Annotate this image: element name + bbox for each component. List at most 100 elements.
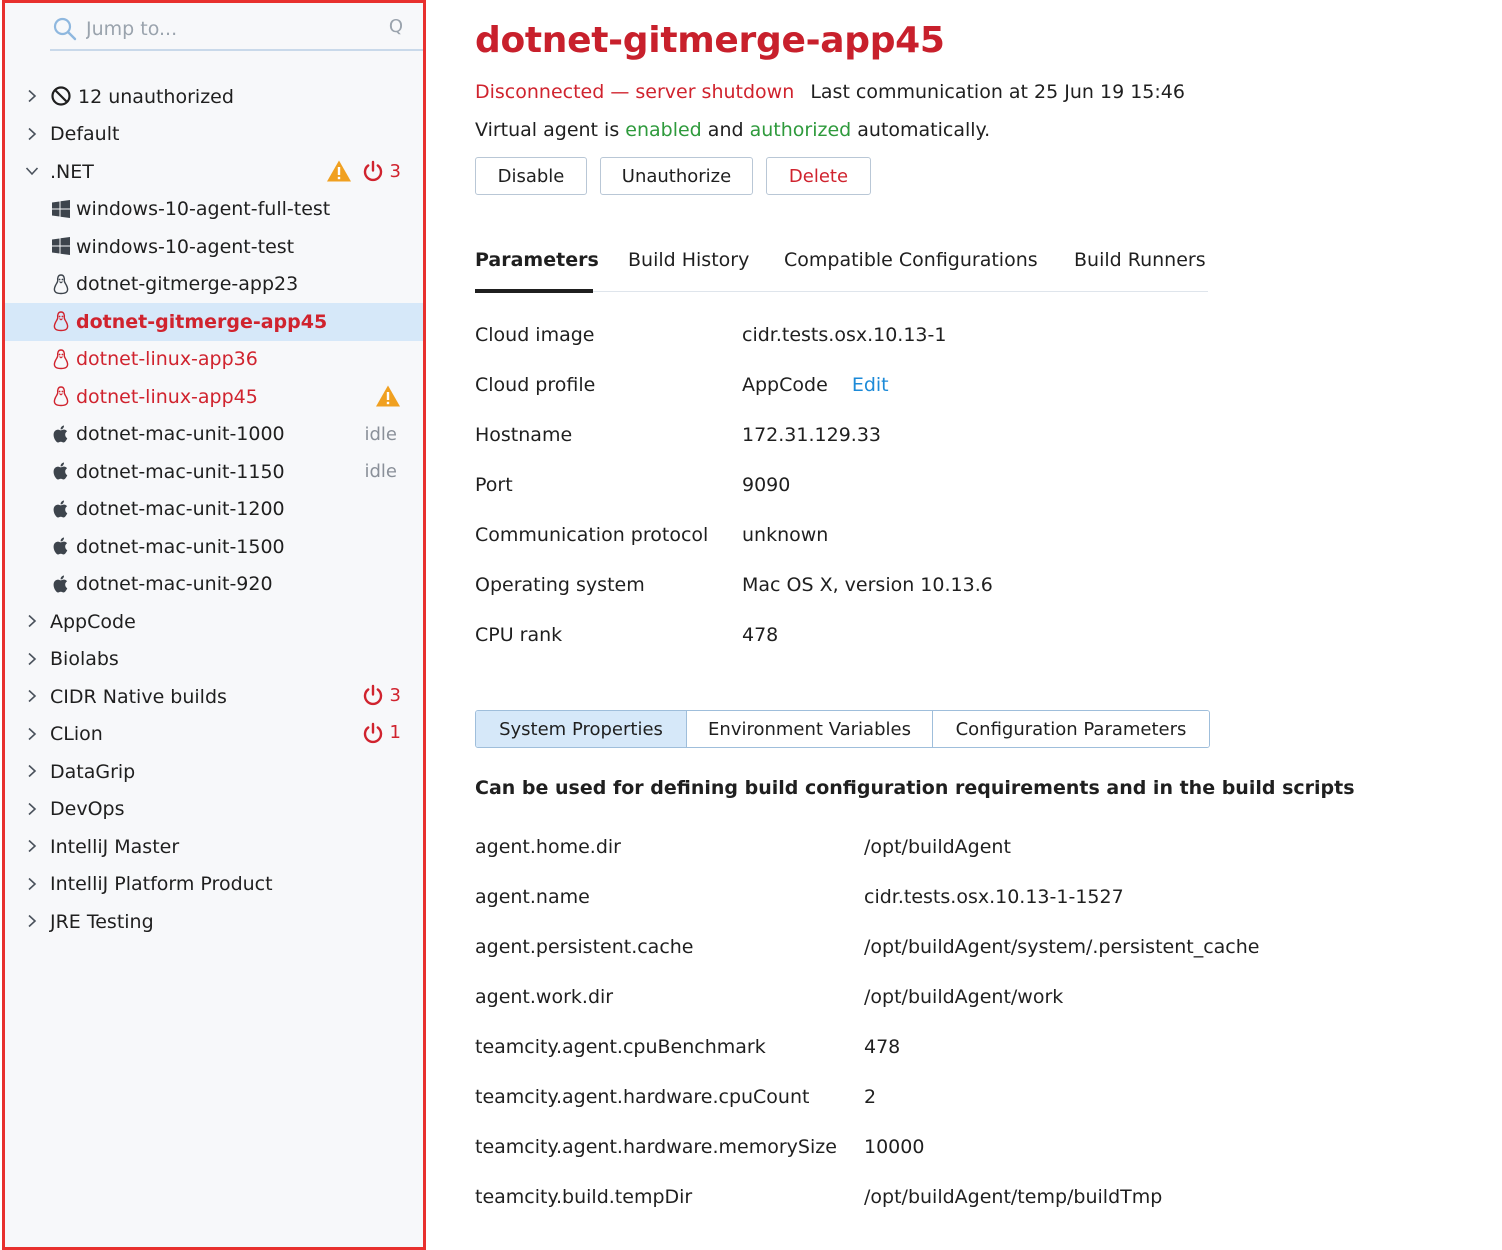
tab-system-properties[interactable]: System Properties [476, 711, 687, 747]
table-row: Port 9090 [475, 462, 1475, 512]
tree-item-label: dotnet-mac-unit-920 [76, 573, 273, 596]
tree-item-agent[interactable]: dotnet-mac-unit-1150 idle [5, 453, 423, 491]
tab-configuration-parameters[interactable]: Configuration Parameters [933, 711, 1209, 747]
property-value: /opt/buildAgent/work [864, 986, 1064, 1008]
tree-item-label: dotnet-linux-app45 [76, 385, 258, 408]
tree-item-unauthorized[interactable]: 12 unauthorized [5, 78, 423, 116]
param-key: Port [475, 474, 513, 496]
chevron-right-icon[interactable] [25, 839, 39, 853]
property-key: teamcity.agent.hardware.memorySize [475, 1136, 837, 1158]
tree-item-label: dotnet-gitmerge-app45 [76, 310, 328, 333]
tree-item-agent[interactable]: dotnet-mac-unit-1200 [5, 491, 423, 529]
tree-item-agent[interactable]: dotnet-mac-unit-1000 idle [5, 416, 423, 454]
table-row: Communication protocol unknown [475, 512, 1475, 562]
chevron-right-icon[interactable] [25, 689, 39, 703]
table-row: Cloud image cidr.tests.osx.10.13-1 [475, 312, 1475, 362]
search-input[interactable] [86, 13, 376, 45]
status-text: Disconnected — server shutdown [475, 81, 795, 103]
tab-build-history[interactable]: Build History [628, 249, 749, 271]
delete-button[interactable]: Delete [766, 157, 871, 195]
chevron-right-icon[interactable] [25, 652, 39, 666]
tree-item-label: windows-10-agent-test [76, 235, 295, 258]
unauthorize-button[interactable]: Unauthorize [600, 157, 753, 195]
apple-icon [50, 535, 72, 557]
tree-item-pool-clion[interactable]: CLion 1 [5, 716, 423, 754]
tree-item-pool-datagrip[interactable]: DataGrip [5, 753, 423, 791]
tree-item-agent[interactable]: windows-10-agent-full-test [5, 191, 423, 229]
edit-link[interactable]: Edit [852, 374, 889, 396]
chevron-right-icon[interactable] [25, 877, 39, 891]
tree-item-agent[interactable]: dotnet-linux-app36 [5, 341, 423, 379]
active-tab-indicator [475, 289, 593, 293]
apple-icon [50, 460, 72, 482]
property-value: 478 [864, 1036, 901, 1058]
chevron-right-icon[interactable] [25, 89, 39, 103]
table-row: Hostname 172.31.129.33 [475, 412, 1475, 462]
agent-actions: Disable Unauthorize Delete [475, 157, 871, 195]
tree-item-label: .NET [50, 160, 94, 183]
tab-environment-variables[interactable]: Environment Variables [687, 711, 933, 747]
virtual-suffix: automatically. [857, 119, 991, 141]
virtual-agent-info: Virtual agent is enabled and authorized … [475, 119, 990, 141]
tree-item-agent[interactable]: dotnet-mac-unit-920 [5, 566, 423, 604]
property-value: 10000 [864, 1136, 925, 1158]
properties-description: Can be used for defining build configura… [475, 777, 1355, 799]
search-icon [53, 17, 77, 41]
tree-item-pool-appcode[interactable]: AppCode [5, 603, 423, 641]
tree-item-label: DevOps [50, 798, 125, 821]
tree-item-pool-default[interactable]: Default [5, 116, 423, 154]
tree-item-pool-dotnet[interactable]: .NET 3 [5, 153, 423, 191]
property-value: /opt/buildAgent [864, 836, 1011, 858]
property-value: cidr.tests.osx.10.13-1-1527 [864, 886, 1124, 908]
authorized-text: authorized [749, 119, 852, 141]
table-row: teamcity.agent.hardware.memorySize 10000 [475, 1124, 1475, 1174]
tree-item-pool-devops[interactable]: DevOps [5, 791, 423, 829]
tree-item-label: windows-10-agent-full-test [76, 198, 331, 221]
chevron-down-icon[interactable] [25, 164, 39, 178]
tree-item-agent[interactable]: dotnet-mac-unit-1500 [5, 528, 423, 566]
property-type-switcher: System Properties Environment Variables … [475, 710, 1210, 748]
table-row: teamcity.agent.hardware.cpuCount 2 [475, 1074, 1475, 1124]
tree-item-pool-biolabs[interactable]: Biolabs [5, 641, 423, 679]
tree-item-agent[interactable]: dotnet-gitmerge-app23 [5, 266, 423, 304]
last-communication: Last communication at 25 Jun 19 15:46 [810, 81, 1185, 103]
chevron-right-icon[interactable] [25, 727, 39, 741]
enabled-text: enabled [625, 119, 702, 141]
chevron-right-icon[interactable] [25, 764, 39, 778]
param-key: Communication protocol [475, 524, 709, 546]
tree-item-pool-cidr[interactable]: CIDR Native builds 3 [5, 678, 423, 716]
tree-item-agent[interactable]: windows-10-agent-test [5, 228, 423, 266]
tree-item-pool-jre-testing[interactable]: JRE Testing [5, 903, 423, 941]
jump-to-search: Q [50, 7, 423, 51]
tree-item-label: IntelliJ Master [50, 835, 180, 858]
param-value: Mac OS X, version 10.13.6 [742, 574, 993, 596]
chevron-right-icon[interactable] [25, 614, 39, 628]
tree-item-label: AppCode [50, 610, 136, 633]
parameters-table: Cloud image cidr.tests.osx.10.13-1 Cloud… [475, 312, 1475, 662]
offline-badge: 1 [362, 722, 401, 744]
property-key: teamcity.agent.cpuBenchmark [475, 1036, 766, 1058]
offline-badge: 3 [362, 684, 401, 706]
tab-compatible-configurations[interactable]: Compatible Configurations [784, 249, 1038, 271]
tab-build-runners[interactable]: Build Runners [1074, 249, 1206, 271]
chevron-right-icon[interactable] [25, 914, 39, 928]
tree-item-pool-intellij-platform[interactable]: IntelliJ Platform Product [5, 866, 423, 904]
property-key: teamcity.build.tempDir [475, 1186, 693, 1208]
chevron-right-icon[interactable] [25, 127, 39, 141]
connection-status: Disconnected — server shutdown Last comm… [475, 81, 1185, 103]
offline-count: 3 [389, 684, 401, 706]
property-key: agent.persistent.cache [475, 936, 694, 958]
table-row: agent.persistent.cache /opt/buildAgent/s… [475, 924, 1475, 974]
chevron-right-icon[interactable] [25, 802, 39, 816]
table-row: CPU rank 478 [475, 612, 1475, 662]
power-icon [362, 684, 384, 706]
param-value: AppCode [742, 374, 828, 396]
windows-icon [50, 235, 72, 257]
tab-parameters[interactable]: Parameters [475, 249, 599, 271]
tree-item-agent-selected[interactable]: dotnet-gitmerge-app45 [5, 303, 423, 341]
tree-item-pool-intellij-master[interactable]: IntelliJ Master [5, 828, 423, 866]
disable-button[interactable]: Disable [475, 157, 587, 195]
pool-badges: 1 [362, 722, 401, 744]
virtual-prefix: Virtual agent is [475, 119, 620, 141]
tree-item-agent[interactable]: dotnet-linux-app45 [5, 378, 423, 416]
